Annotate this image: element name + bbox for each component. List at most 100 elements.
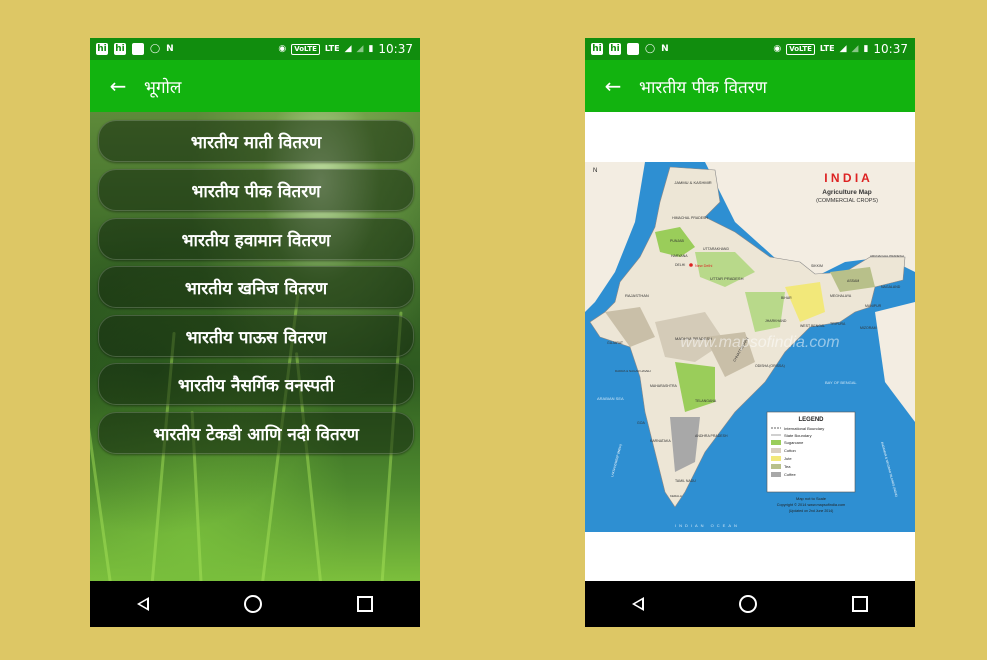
menu-item-rainfall[interactable]: भारतीय पाऊस वितरण [98, 315, 414, 357]
page-title: भारतीय पीक वितरण [639, 77, 767, 98]
state-label: DADRA & NAGAR HAVELI [615, 369, 651, 373]
clock: 10:37 [378, 42, 413, 56]
state-label: ARUNACHAL PRADESH [870, 254, 904, 258]
legend-item: Sugarcane [784, 440, 804, 445]
hike-icon: hi [609, 43, 621, 55]
state-label: MAHARASHTRA [650, 384, 678, 388]
menu-item-soil[interactable]: भारतीय माती वितरण [98, 120, 414, 162]
state-label: MIZORAM [860, 326, 877, 330]
image-icon [132, 43, 144, 55]
map-heading: I N D I A [824, 171, 870, 185]
updated-note: (Updated on 2nd June 2014) [789, 509, 834, 513]
sea-label: INDIAN OCEAN [675, 523, 740, 528]
map-container: I N D I A Agriculture Map (COMMERCIAL CR… [585, 112, 915, 581]
nav-recents-icon[interactable] [851, 596, 868, 612]
map-legend: LEGEND International Boundary State Boun… [766, 411, 856, 493]
volte-icon: VoLTE [291, 43, 320, 55]
phone-right: hi hi ◯ N ◉ VoLTE LTE ◢ ◢ ▮ 10:37 ← भारत… [585, 38, 915, 627]
state-label: GUJARAT [607, 341, 624, 345]
legend-item: State Boundary [784, 433, 812, 438]
nav-home-icon[interactable] [243, 595, 262, 613]
capital-label: New Delhi [695, 264, 712, 268]
state-label: BIHAR [781, 296, 792, 300]
state-label: ANDHRA PRADESH [695, 434, 728, 438]
legend-item: International Boundary [784, 426, 824, 431]
capital-marker [689, 263, 693, 267]
state-label: UTTARAKHAND [703, 247, 729, 251]
clock: 10:37 [873, 42, 908, 56]
hotspot-icon: ◉ [278, 44, 287, 54]
menu-item-mineral[interactable]: भारतीय खनिज वितरण [98, 266, 414, 308]
legend-item: Tea [784, 464, 791, 469]
status-bar: hi hi ◯ N ◉ VoLTE LTE ◢ ◢ ▮ 10:37 [585, 38, 915, 60]
scale-note: Map not to Scale [796, 496, 827, 501]
state-label: TELANGANA [695, 399, 717, 403]
state-label: GOA [637, 421, 645, 425]
back-arrow-icon[interactable]: ← [585, 74, 633, 98]
legend-swatch [771, 464, 781, 469]
legend-item: Coffee [784, 472, 796, 477]
legend-item: Cotton [784, 448, 796, 453]
legend-title: LEGEND [798, 417, 824, 423]
signal-empty-icon: ◢ [356, 44, 364, 54]
state-label: ODISHA (ORISSA) [755, 364, 785, 368]
whatsapp-icon: ◯ [150, 44, 161, 54]
legend-swatch [771, 472, 781, 477]
india-agriculture-map[interactable]: I N D I A Agriculture Map (COMMERCIAL CR… [585, 162, 915, 532]
map-subtitle-2: (COMMERCIAL CROPS) [816, 198, 878, 204]
nav-bar [90, 581, 420, 627]
state-label: MANIPUR [865, 304, 882, 308]
sea-label: BAY OF BENGAL [825, 380, 857, 385]
state-label: KERALA [670, 494, 682, 498]
state-label: PUNJAB [670, 239, 684, 243]
legend-swatch [771, 440, 781, 445]
app-bar: ← भारतीय पीक वितरण [585, 60, 915, 112]
hotspot-icon: ◉ [773, 44, 782, 54]
legend-swatch [771, 448, 781, 453]
signal-empty-icon: ◢ [851, 44, 859, 54]
state-label: UTTAR PRADESH [710, 276, 744, 281]
signal-icon: ◢ [839, 44, 847, 54]
nav-back-icon[interactable] [137, 597, 150, 611]
menu-item-climate[interactable]: भारतीय हवामान वितरण [98, 218, 414, 260]
legend-swatch [771, 456, 781, 461]
menu-item-crop[interactable]: भारतीय पीक वितरण [98, 169, 414, 211]
state-label: SIKKIM [811, 264, 823, 268]
state-label: HIMACHAL PRADESH [672, 216, 708, 220]
lte-icon: LTE [819, 44, 835, 53]
nav-home-icon[interactable] [738, 595, 757, 613]
phone-left: hi hi ◯ N ◉ VoLTE LTE ◢ ◢ ▮ 10:37 ← भूगो… [90, 38, 420, 627]
lte-icon: LTE [324, 44, 340, 53]
state-label: HARYANA [671, 254, 688, 258]
state-label: TRIPURA [830, 322, 846, 326]
copyright: Copyright © 2014 www.mapsofindia.com [777, 503, 845, 507]
page-title: भूगोल [144, 77, 182, 98]
hike-icon: hi [96, 43, 108, 55]
state-label: KARNATAKA [650, 439, 671, 443]
state-label: RAJASTHAN [625, 293, 649, 298]
north-arrow: N [593, 168, 597, 174]
n-icon: N [661, 44, 669, 54]
status-bar: hi hi ◯ N ◉ VoLTE LTE ◢ ◢ ▮ 10:37 [90, 38, 420, 60]
nav-back-icon[interactable] [632, 597, 645, 611]
state-label: NAGALAND [881, 285, 901, 289]
volte-icon: VoLTE [786, 43, 815, 55]
menu-item-vegetation[interactable]: भारतीय नैसर्गिक वनस्पती [98, 363, 414, 405]
nav-bar [585, 581, 915, 627]
state-label: WEST BENGAL [800, 324, 825, 328]
hike-icon: hi [114, 43, 126, 55]
signal-icon: ◢ [344, 44, 352, 54]
state-label: DELHI [675, 263, 685, 267]
battery-icon: ▮ [863, 44, 869, 54]
n-icon: N [166, 44, 174, 54]
state-label: TAMIL NADU [675, 479, 696, 483]
nav-recents-icon[interactable] [356, 596, 373, 612]
menu-item-hills-rivers[interactable]: भारतीय टेकडी आणि नदी वितरण [98, 412, 414, 454]
back-arrow-icon[interactable]: ← [90, 74, 138, 98]
state-label: JHARKHAND [765, 319, 787, 323]
hike-icon: hi [591, 43, 603, 55]
image-icon [627, 43, 639, 55]
map-subtitle: Agriculture Map [822, 189, 872, 196]
battery-icon: ▮ [368, 44, 374, 54]
sea-label: ARABIAN SEA [597, 396, 624, 401]
